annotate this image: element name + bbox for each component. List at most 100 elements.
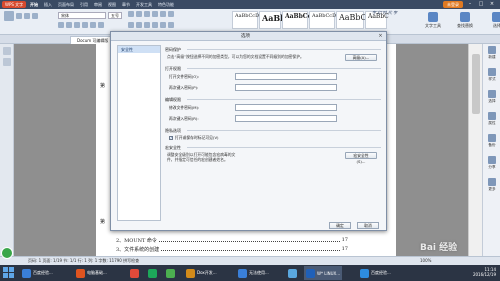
menu-item-layout[interactable]: 页面布局: [58, 0, 74, 9]
copy-icon[interactable]: [24, 13, 30, 19]
taskbar-item[interactable]: 无法使用...: [236, 266, 271, 280]
dialog-close-icon[interactable]: ×: [377, 33, 384, 40]
style-heading-1[interactable]: AaBl: [259, 11, 283, 29]
outline-icon[interactable]: [2, 58, 11, 66]
privacy-checkbox[interactable]: ✓: [169, 136, 173, 140]
taskbar-item[interactable]: 电脑基础...: [74, 266, 109, 280]
panel-more-label: 更多: [488, 187, 496, 191]
toc-entry[interactable]: 3、文件系统的创建 17: [116, 246, 348, 253]
menu-item-reference[interactable]: 引用: [80, 0, 88, 9]
paste-icon[interactable]: [4, 11, 14, 21]
indent-decrease-icon[interactable]: [144, 11, 150, 17]
indent-increase-icon[interactable]: [152, 11, 158, 17]
cut-icon[interactable]: [16, 13, 22, 19]
select-button[interactable]: 选择: [484, 12, 500, 32]
menu-item-chapter[interactable]: 章节: [122, 0, 130, 9]
format-painter-icon[interactable]: [32, 13, 38, 19]
align-center-icon[interactable]: [136, 22, 142, 28]
clock-date: 2016/12/19: [472, 272, 496, 277]
login-button[interactable]: 未登录: [443, 1, 463, 8]
start-button[interactable]: [3, 267, 15, 279]
system-tray-clock[interactable]: 11:14 2016/12/19: [448, 267, 496, 277]
italic-icon[interactable]: [66, 22, 72, 28]
superscript-icon[interactable]: [90, 22, 96, 28]
close-icon[interactable]: ×: [488, 1, 496, 8]
macro-security-button[interactable]: 宏安全性(S)...: [345, 152, 377, 164]
strikethrough-icon[interactable]: [82, 22, 88, 28]
scrollbar-thumb[interactable]: [472, 54, 480, 114]
style-heading-2[interactable]: AaBbCcDd: [282, 11, 321, 29]
menu-item-insert[interactable]: 插入: [44, 0, 52, 9]
taskbar-item[interactable]: 百度经验...: [358, 266, 393, 280]
vertical-scrollbar[interactable]: [468, 44, 482, 256]
nav-item-security[interactable]: 安全性: [118, 46, 160, 53]
privacy-checkbox-row[interactable]: ✓ 打开或保存时标记可见(V): [169, 135, 219, 141]
select-icon: [492, 12, 500, 22]
maximize-icon[interactable]: □: [477, 1, 485, 8]
find-replace-button[interactable]: 查找替换: [452, 12, 478, 32]
find-replace-label: 查找替换: [457, 23, 473, 28]
modify-password-confirm-input[interactable]: [235, 115, 337, 122]
line-spacing-icon[interactable]: [160, 22, 166, 28]
font-name-select[interactable]: 宋体: [58, 12, 106, 19]
panel-style[interactable]: 样式: [483, 66, 500, 88]
numbering-icon[interactable]: [136, 11, 142, 17]
taskbar-item[interactable]: [146, 266, 159, 280]
align-left-icon[interactable]: [128, 22, 134, 28]
document-tab[interactable]: Docum 可编辑版: [70, 36, 116, 44]
taskbar-item[interactable]: 百度经验...: [20, 266, 55, 280]
folder-icon: [186, 268, 195, 278]
align-right-icon[interactable]: [144, 22, 150, 28]
open-password-confirm-input[interactable]: [235, 84, 337, 91]
menu-item-view[interactable]: 视图: [108, 0, 116, 9]
taskbar-item[interactable]: [286, 266, 299, 280]
style-normal[interactable]: AaBbCcDd: [232, 11, 262, 29]
panel-new[interactable]: 新建: [483, 44, 500, 66]
toc-entry[interactable]: 2、MOUNT 命令 17: [116, 237, 348, 244]
menu-item-developer[interactable]: 开发工具: [136, 0, 152, 9]
advanced-button[interactable]: 高级(A)...: [345, 54, 377, 61]
style-heading-3[interactable]: AaBbCcDd: [309, 11, 339, 29]
zoom-level[interactable]: 100%: [420, 257, 431, 265]
style-title[interactable]: AaBbCc: [336, 11, 371, 29]
toc-label: 2、MOUNT 命令: [116, 238, 157, 244]
text-tools-button[interactable]: 文字工具: [420, 12, 446, 32]
panel-backup[interactable]: 备份: [483, 132, 500, 154]
panel-select-label: 选择: [488, 99, 496, 103]
ribbon-watermark: 字 幻 时 代 字: [372, 10, 398, 15]
taskbar-item-label: 电脑基础...: [87, 270, 107, 275]
font-size-select[interactable]: 五号: [108, 12, 122, 19]
menu-item-review[interactable]: 审阅: [94, 0, 102, 9]
app-menu-button[interactable]: WPS 文字: [2, 1, 27, 8]
bullets-icon[interactable]: [128, 11, 134, 17]
assistant-ball-icon[interactable]: [1, 247, 13, 259]
panel-select[interactable]: 选择: [483, 88, 500, 110]
panel-properties[interactable]: 属性: [483, 110, 500, 132]
justify-icon[interactable]: [152, 22, 158, 28]
app-icon: [148, 268, 157, 278]
taskbar-item[interactable]: [128, 266, 141, 280]
taskbar-item[interactable]: [164, 266, 177, 280]
menu-item-home[interactable]: 开始: [30, 0, 38, 9]
show-marks-icon[interactable]: [168, 11, 174, 17]
open-password-input[interactable]: [235, 73, 337, 80]
section-title-edit: 编辑权限: [165, 97, 381, 103]
backup-icon: [488, 134, 496, 142]
menu-item-features[interactable]: 特色功能: [158, 0, 174, 9]
panel-more[interactable]: 更多: [483, 176, 500, 198]
taskbar-item[interactable]: Dox开发...: [184, 266, 219, 280]
windows-logo-icon: [9, 273, 14, 278]
modify-password-input[interactable]: [235, 104, 337, 111]
sort-icon[interactable]: [160, 11, 166, 17]
minimize-icon[interactable]: –: [466, 1, 474, 8]
font-color-icon[interactable]: [98, 22, 104, 28]
taskbar-item-active[interactable]: W* LINUX...: [304, 266, 343, 280]
underline-icon[interactable]: [74, 22, 80, 28]
find-replace-icon: [460, 12, 470, 22]
cancel-button[interactable]: 取消: [357, 222, 379, 229]
panel-share[interactable]: 分享: [483, 154, 500, 176]
shading-icon[interactable]: [168, 22, 174, 28]
bold-icon[interactable]: [58, 22, 64, 28]
nav-pane-icon[interactable]: [2, 47, 11, 55]
ok-button[interactable]: 确定: [329, 222, 351, 229]
